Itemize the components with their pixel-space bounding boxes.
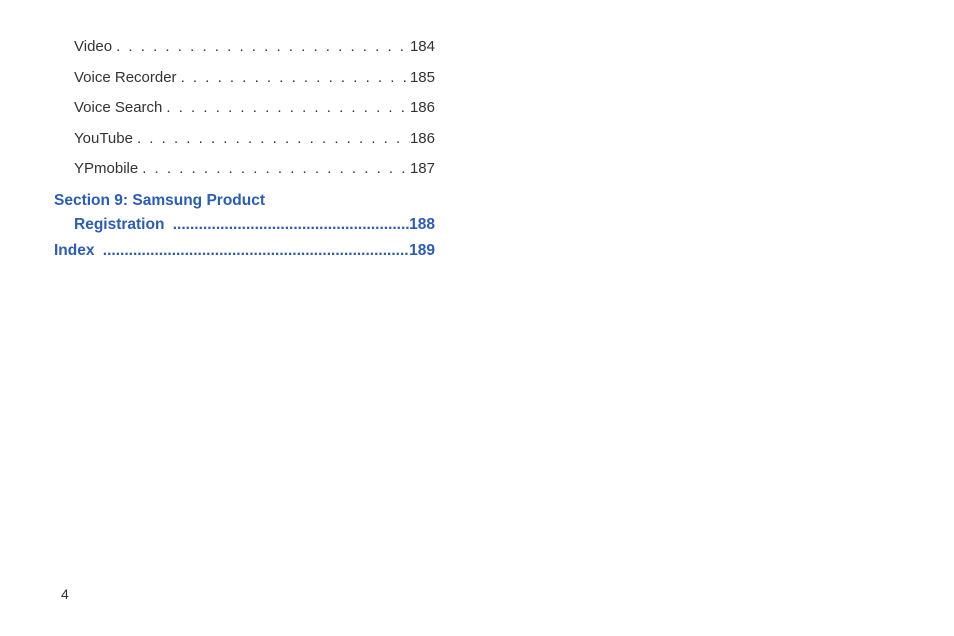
toc-section-9[interactable]: Section 9: Samsung Product Registration … <box>74 189 435 239</box>
toc-label: Index <box>54 242 94 260</box>
toc-label: Voice Search <box>74 97 162 120</box>
page-number: 4 <box>61 586 69 602</box>
toc-page: 189 <box>409 242 435 260</box>
toc-entry-voice-search[interactable]: Voice Search . . . . . . . . . . . . . .… <box>74 97 435 120</box>
toc-page: 184 <box>410 36 435 59</box>
toc-label: Voice Recorder <box>74 67 177 90</box>
toc-entry-ypmobile[interactable]: YPmobile . . . . . . . . . . . . . . . .… <box>74 158 435 181</box>
toc-page: 186 <box>410 97 435 120</box>
toc-index[interactable]: Index ..................................… <box>54 242 435 260</box>
toc-dots: . . . . . . . . . . . . . . . . . . . . … <box>138 158 410 181</box>
toc-dots: . . . . . . . . . . . . . . . . . . . . … <box>133 128 410 151</box>
toc-page: 188 <box>409 213 435 238</box>
toc-dots: . . . . . . . . . . . . . . . . . . . . … <box>162 97 410 120</box>
toc-page: 187 <box>410 158 435 181</box>
toc-label: YPmobile <box>74 158 138 181</box>
toc-page: 185 <box>410 67 435 90</box>
toc-page: 186 <box>410 128 435 151</box>
toc-dots: . . . . . . . . . . . . . . . . . . . . … <box>112 36 410 59</box>
toc-entry-video[interactable]: Video . . . . . . . . . . . . . . . . . … <box>74 36 435 59</box>
toc-content: Video . . . . . . . . . . . . . . . . . … <box>0 0 435 260</box>
toc-dots: . . . . . . . . . . . . . . . . . . . . … <box>177 67 410 90</box>
toc-dots: ........................................… <box>169 213 409 238</box>
toc-label: YouTube <box>74 128 133 151</box>
toc-label: Registration <box>74 213 164 238</box>
section-heading-line-1: Section 9: Samsung Product <box>54 189 435 214</box>
toc-label: Video <box>74 36 112 59</box>
toc-dots: ........................................… <box>99 242 409 260</box>
toc-entry-voice-recorder[interactable]: Voice Recorder . . . . . . . . . . . . .… <box>74 67 435 90</box>
section-heading-line-2: Registration ...........................… <box>74 213 435 238</box>
toc-entry-youtube[interactable]: YouTube . . . . . . . . . . . . . . . . … <box>74 128 435 151</box>
